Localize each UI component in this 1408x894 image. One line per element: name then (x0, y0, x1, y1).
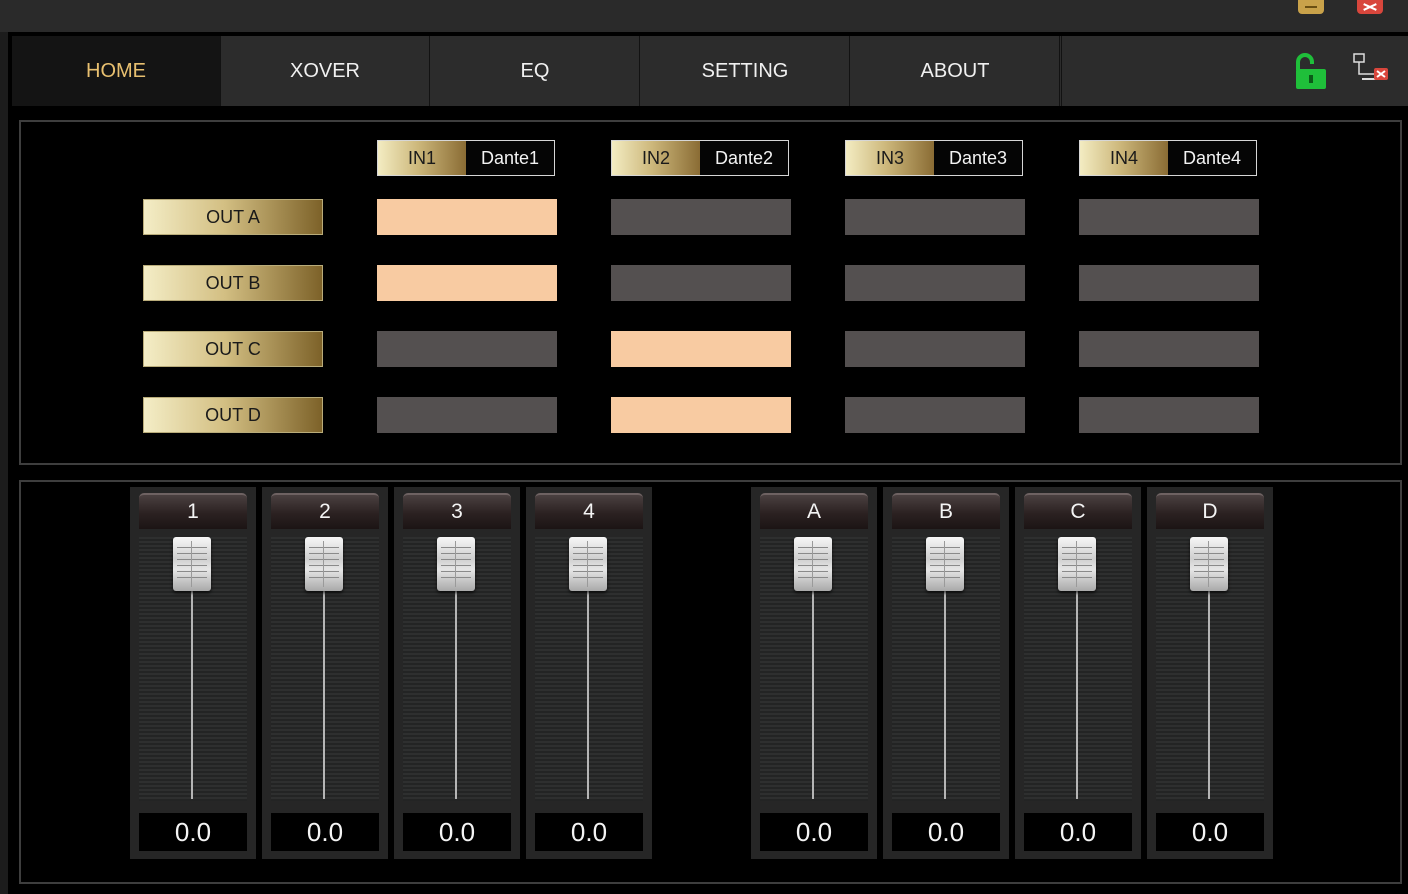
input-label: IN1 (378, 141, 466, 175)
title-bar (0, 0, 1408, 32)
close-button[interactable] (1357, 0, 1383, 14)
nav-bar: HOME XOVER EQ SETTING ABOUT (12, 36, 1408, 106)
fader-knob[interactable] (794, 537, 832, 591)
tab-xover[interactable]: XOVER (221, 36, 430, 106)
channel-label[interactable]: D (1156, 493, 1264, 529)
fader-knob[interactable] (1190, 537, 1228, 591)
gain-value[interactable]: 0.0 (403, 813, 511, 851)
channel-strip-2: 2 0.0 (262, 487, 388, 859)
fader-rail (191, 587, 193, 799)
input-label: IN4 (1080, 141, 1168, 175)
channel-label[interactable]: 4 (535, 493, 643, 529)
fader-rail (1208, 587, 1210, 799)
channel-strip-d: D 0.0 (1147, 487, 1273, 859)
input-header-2: IN2 Dante2 (611, 140, 789, 176)
output-label-d: OUT D (143, 397, 323, 433)
minimize-button[interactable] (1298, 0, 1324, 14)
gain-value[interactable]: 0.0 (892, 813, 1000, 851)
route-cell-out-c-in4[interactable] (1079, 331, 1259, 367)
channel-strip-c: C 0.0 (1015, 487, 1141, 859)
gain-value[interactable]: 0.0 (1024, 813, 1132, 851)
fader-knob[interactable] (173, 537, 211, 591)
gain-value[interactable]: 0.0 (1156, 813, 1264, 851)
channel-strip-4: 4 0.0 (526, 487, 652, 859)
gain-value[interactable]: 0.0 (271, 813, 379, 851)
fader-rail (455, 587, 457, 799)
tab-home[interactable]: HOME (12, 36, 221, 106)
disconnect-icon[interactable] (1352, 52, 1390, 90)
fader-rail (1076, 587, 1078, 799)
channel-label[interactable]: 3 (403, 493, 511, 529)
input-name: Dante3 (934, 141, 1022, 175)
channel-label[interactable]: 1 (139, 493, 247, 529)
route-cell-out-a-in4[interactable] (1079, 199, 1259, 235)
gain-value[interactable]: 0.0 (535, 813, 643, 851)
channel-strip-1: 1 0.0 (130, 487, 256, 859)
gain-value[interactable]: 0.0 (139, 813, 247, 851)
fader-knob[interactable] (305, 537, 343, 591)
route-cell-out-b-in4[interactable] (1079, 265, 1259, 301)
route-cell-out-d-in2[interactable] (611, 397, 791, 433)
fader-knob[interactable] (1058, 537, 1096, 591)
route-cell-out-c-in3[interactable] (845, 331, 1025, 367)
route-cell-out-d-in3[interactable] (845, 397, 1025, 433)
output-label-c: OUT C (143, 331, 323, 367)
route-cell-out-d-in1[interactable] (377, 397, 557, 433)
tab-about[interactable]: ABOUT (851, 36, 1060, 106)
route-cell-out-b-in3[interactable] (845, 265, 1025, 301)
unlock-icon[interactable] (1292, 52, 1330, 90)
route-cell-out-c-in1[interactable] (377, 331, 557, 367)
channel-strip-3: 3 0.0 (394, 487, 520, 859)
output-label-a: OUT A (143, 199, 323, 235)
channel-label[interactable]: A (760, 493, 868, 529)
route-cell-out-b-in1[interactable] (377, 265, 557, 301)
route-cell-out-a-in3[interactable] (845, 199, 1025, 235)
fader-rail (812, 587, 814, 799)
tab-eq[interactable]: EQ (431, 36, 640, 106)
input-name: Dante1 (466, 141, 554, 175)
input-label: IN2 (612, 141, 700, 175)
channel-strip-a: A 0.0 (751, 487, 877, 859)
nav-divider (1061, 36, 1062, 106)
input-name: Dante2 (700, 141, 788, 175)
input-header-1: IN1 Dante1 (377, 140, 555, 176)
fader-knob[interactable] (569, 537, 607, 591)
fader-rail (944, 587, 946, 799)
channel-label[interactable]: 2 (271, 493, 379, 529)
channel-label[interactable]: B (892, 493, 1000, 529)
input-header-4: IN4 Dante4 (1079, 140, 1257, 176)
fader-rail (323, 587, 325, 799)
tab-setting[interactable]: SETTING (641, 36, 850, 106)
gain-value[interactable]: 0.0 (760, 813, 868, 851)
route-cell-out-b-in2[interactable] (611, 265, 791, 301)
channel-strip-b: B 0.0 (883, 487, 1009, 859)
fader-knob[interactable] (437, 537, 475, 591)
input-label: IN3 (846, 141, 934, 175)
input-header-3: IN3 Dante3 (845, 140, 1023, 176)
input-name: Dante4 (1168, 141, 1256, 175)
route-cell-out-a-in2[interactable] (611, 199, 791, 235)
route-cell-out-d-in4[interactable] (1079, 397, 1259, 433)
route-cell-out-a-in1[interactable] (377, 199, 557, 235)
channel-label[interactable]: C (1024, 493, 1132, 529)
fader-rail (587, 587, 589, 799)
route-cell-out-c-in2[interactable] (611, 331, 791, 367)
fader-knob[interactable] (926, 537, 964, 591)
output-label-b: OUT B (143, 265, 323, 301)
